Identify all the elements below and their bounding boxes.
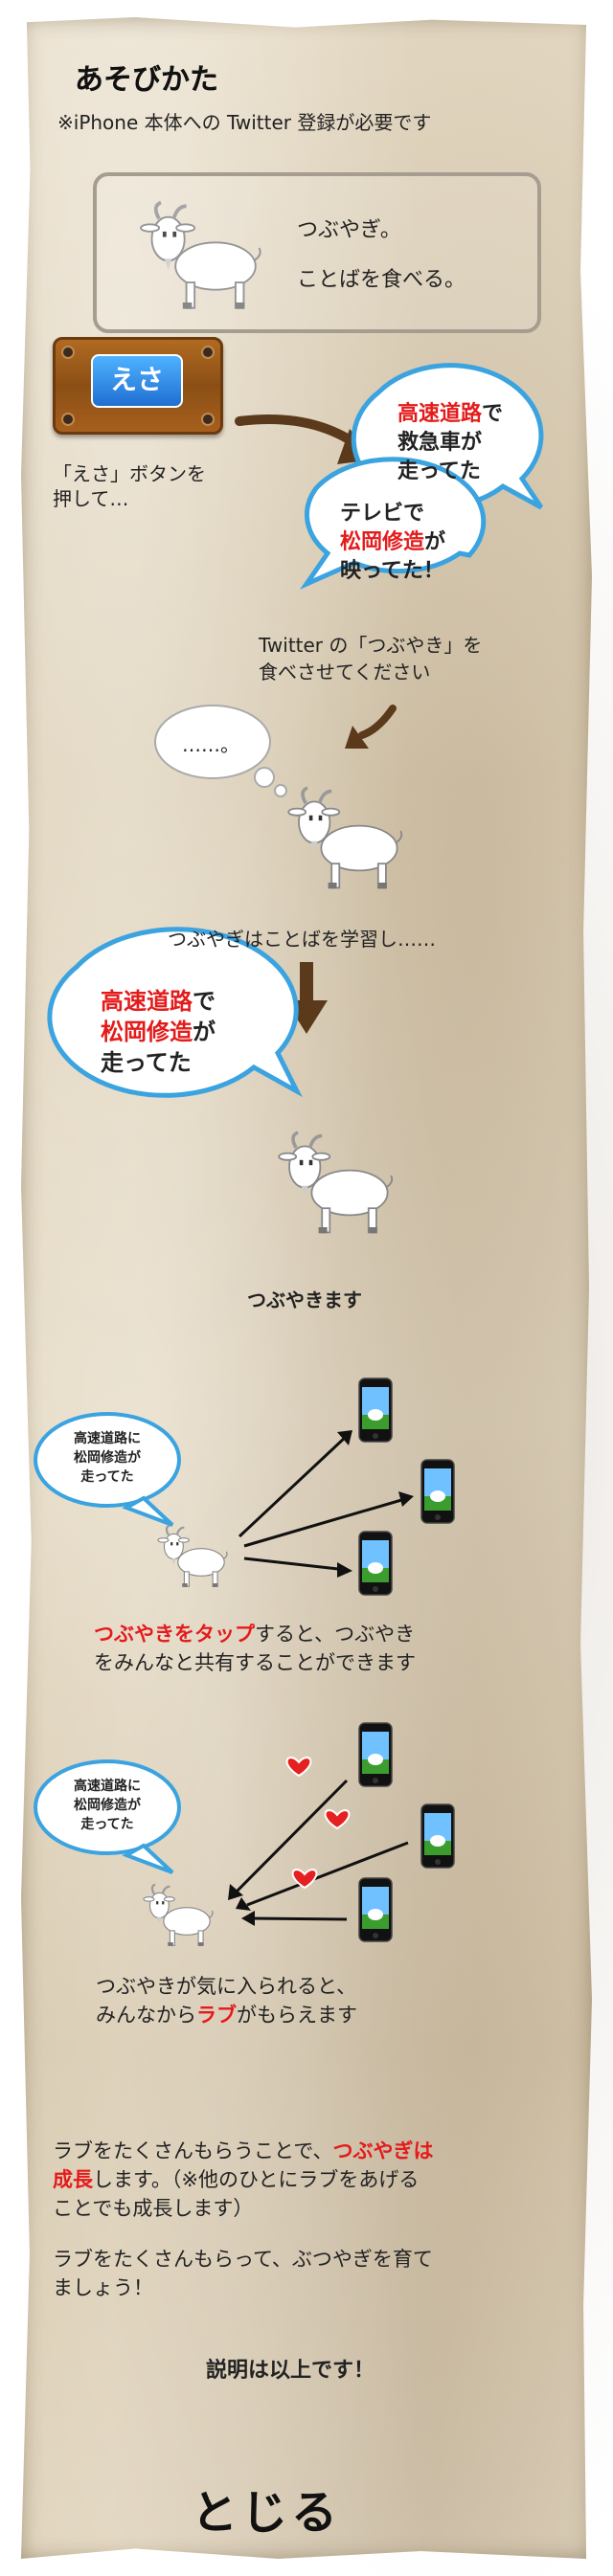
arrow-icon bbox=[233, 1779, 349, 1895]
love-caption-highlight: ラブ bbox=[196, 2004, 237, 2027]
growth-text: ラブをたくさんもらうことで、 bbox=[53, 2139, 333, 2162]
phone-icon bbox=[420, 1459, 455, 1524]
nail-icon bbox=[203, 414, 213, 424]
bubble-line: 走ってた bbox=[80, 1817, 134, 1832]
arrow-icon bbox=[300, 962, 313, 1004]
page-title: あそびかた bbox=[75, 63, 218, 97]
learn-caption: つぶやぎはことばを学習し…… bbox=[168, 928, 436, 951]
growth-text: ラブをたくさんもらって、ぶつやぎを育て bbox=[53, 2248, 433, 2271]
feed-caption: 「えさ」ボタンを 押して… bbox=[53, 461, 206, 511]
twitter-caption: Twitter の「つぶやき」を 食べさせてください bbox=[259, 632, 482, 685]
bubble-keyword: 松岡修造 bbox=[340, 530, 425, 554]
bubble-line: 高速道路に bbox=[74, 1779, 141, 1794]
bubble-line: 松岡修造が bbox=[74, 1450, 141, 1466]
bubble-line: 高速道路に bbox=[74, 1431, 141, 1446]
love-caption: つぶやきが気に入られると、 みんなからラブがもらえます bbox=[96, 1972, 357, 2029]
bubble-word: が bbox=[193, 1019, 216, 1045]
bubble-word: で bbox=[193, 988, 216, 1015]
heart-icon bbox=[324, 1809, 351, 1829]
feed-caption-line-2: 押して… bbox=[53, 487, 129, 510]
share-bubble-text: 高速道路に 松岡修造が 走ってた bbox=[50, 1429, 165, 1487]
feed-button-label: えさ bbox=[91, 354, 183, 408]
love-bubble-text: 高速道路に 松岡修造が 走ってた bbox=[50, 1777, 165, 1834]
bubble-line: 松岡修造が bbox=[74, 1798, 141, 1813]
goat-illustration bbox=[277, 1131, 395, 1236]
growth-paragraph-1: ラブをたくさんもらうことで、つぶやぎは 成長します。（※他のひとにラブをあげる … bbox=[53, 2137, 570, 2223]
love-caption-line-1: つぶやきが気に入られると、 bbox=[96, 1975, 357, 1998]
arrow-icon bbox=[358, 705, 397, 739]
close-button[interactable]: とじる bbox=[192, 2475, 341, 2542]
love-caption-part: みんなから bbox=[96, 2004, 196, 2027]
requirement-note: ※iPhone 本体への Twitter 登録が必要です bbox=[57, 111, 432, 134]
learn-bubble-text: 高速道路で 松岡修造が 走ってた bbox=[101, 986, 216, 1078]
bubble-1-text: 高速道路で 救急車が 走ってた bbox=[397, 400, 503, 486]
growth-paragraph-2: ラブをたくさんもらって、ぶつやぎを育て ましょう！ bbox=[53, 2245, 570, 2302]
nail-icon bbox=[203, 347, 213, 357]
heart-icon bbox=[285, 1757, 312, 1777]
goat-illustration bbox=[156, 1524, 229, 1588]
growth-text: ましょう！ bbox=[53, 2276, 153, 2299]
bubble-keyword: 松岡修造 bbox=[101, 1019, 193, 1045]
end-message: 説明は以上です！ bbox=[206, 2359, 375, 2383]
share-caption: つぶやきをタップすると、つぶやき をみんなと共有することができます bbox=[94, 1620, 416, 1677]
bubble-word: で bbox=[482, 402, 504, 426]
help-page: あそびかた ※iPhone 本体への Twitter 登録が必要です つぶやぎ。… bbox=[0, 0, 613, 2576]
share-caption-line-2: をみんなと共有することができます bbox=[94, 1651, 416, 1674]
bubble-keyword: 高速道路 bbox=[397, 402, 483, 426]
twitter-caption-line-1: Twitter の「つぶやき」を bbox=[259, 634, 483, 657]
bubble-line: テレビで bbox=[340, 502, 425, 526]
twitter-caption-line-2: 食べさせてください bbox=[259, 661, 431, 683]
phone-icon bbox=[358, 1722, 393, 1787]
phone-icon bbox=[358, 1531, 393, 1596]
tweet-caption: つぶやきます bbox=[247, 1288, 362, 1311]
growth-highlight: 成長 bbox=[53, 2168, 93, 2191]
share-caption-rest: すると、つぶやき bbox=[255, 1623, 416, 1646]
thought-text: ……。 bbox=[182, 733, 239, 756]
bubble-line: 走ってた bbox=[80, 1469, 134, 1485]
phone-icon bbox=[358, 1378, 393, 1443]
bubble-word: が bbox=[424, 530, 446, 554]
phone-icon bbox=[358, 1877, 393, 1942]
intro-line-2: ことばを食べる。 bbox=[297, 268, 466, 292]
share-caption-highlight: つぶやきをタップ bbox=[94, 1623, 255, 1646]
love-caption-part: がもらえます bbox=[237, 2004, 357, 2027]
growth-text: します。（※他のひとにラブをあげる bbox=[93, 2168, 420, 2191]
intro-line-1: つぶやぎ。 bbox=[297, 218, 401, 242]
goat-illustration bbox=[286, 786, 404, 891]
bubble-keyword: 高速道路 bbox=[101, 988, 193, 1015]
bubble-line: 走ってた bbox=[397, 459, 481, 483]
goat-illustration bbox=[142, 1883, 215, 1947]
nail-icon bbox=[63, 414, 73, 424]
bubble-line: 走ってた bbox=[101, 1049, 192, 1076]
bubble-line: 救急車が bbox=[397, 431, 483, 455]
growth-highlight: つぶやぎは bbox=[332, 2139, 434, 2162]
phone-icon bbox=[420, 1803, 455, 1869]
nail-icon bbox=[63, 347, 73, 357]
bubble-2-text: テレビで 松岡修造が 映ってた！ bbox=[340, 500, 445, 586]
bubble-line: 映ってた！ bbox=[340, 559, 444, 583]
feed-caption-line-1: 「えさ」ボタンを bbox=[53, 462, 206, 485]
growth-text: ことでも成長します） bbox=[53, 2197, 254, 2220]
intro-text: つぶやぎ。 ことばを食べる。 bbox=[297, 206, 465, 305]
